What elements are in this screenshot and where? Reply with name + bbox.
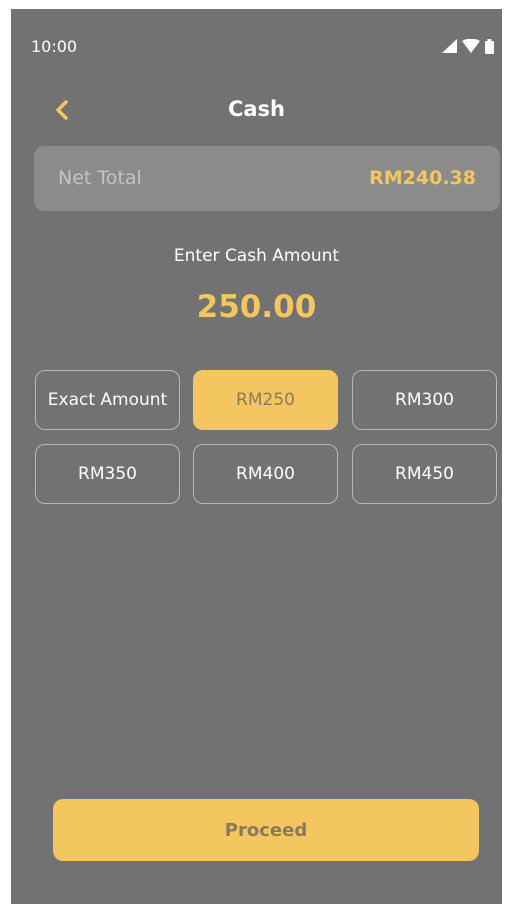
cash-amount-display[interactable]: 250.00 — [11, 289, 502, 325]
battery-icon — [485, 38, 494, 54]
status-bar: 10:00 — [11, 9, 502, 83]
enter-cash-label: Enter Cash Amount — [173, 246, 340, 266]
cash-payment-screen: 10:00 Cash Net Total RM240.38 Enter Cash… — [11, 9, 502, 904]
cellular-signal-icon — [442, 39, 457, 53]
page-title: Cash — [227, 97, 286, 121]
exact-amount-button[interactable]: Exact Amount — [35, 370, 180, 430]
amount-options-grid: Exact Amount RM250 RM300 RM350 RM400 RM4… — [35, 370, 499, 506]
status-time: 10:00 — [31, 37, 78, 56]
amount-option-rm250[interactable]: RM250 — [193, 370, 338, 430]
amount-option-rm350[interactable]: RM350 — [35, 444, 180, 504]
proceed-button[interactable]: Proceed — [53, 799, 479, 861]
amount-option-rm300[interactable]: RM300 — [352, 370, 497, 430]
net-total-label: Net Total — [58, 167, 142, 189]
status-icons — [442, 38, 494, 54]
amount-option-rm400[interactable]: RM400 — [193, 444, 338, 504]
amount-option-rm450[interactable]: RM450 — [352, 444, 497, 504]
wifi-icon — [462, 39, 480, 53]
header: Cash — [11, 87, 502, 137]
net-total-value: RM240.38 — [369, 167, 476, 189]
net-total-card: Net Total RM240.38 — [34, 146, 500, 211]
